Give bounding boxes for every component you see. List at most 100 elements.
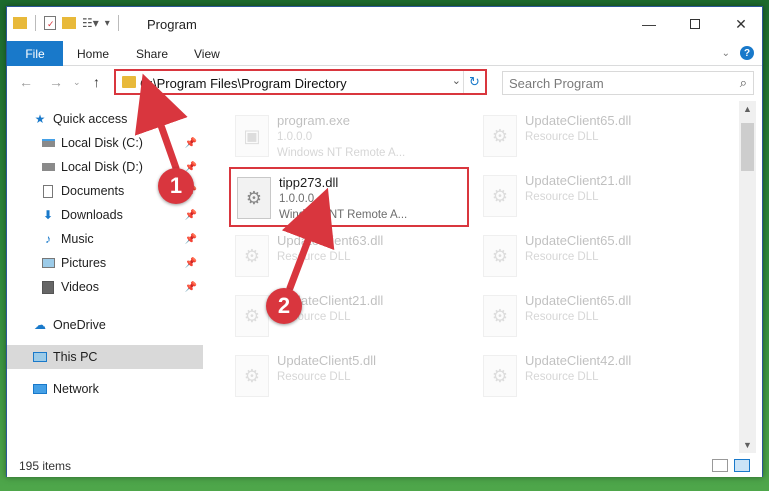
- window-title: Program: [147, 17, 197, 32]
- pin-icon[interactable]: 📌: [185, 210, 197, 221]
- tab-home[interactable]: Home: [77, 41, 109, 66]
- file-item[interactable]: ⚙ UpdateClient65.dll Resource DLL: [477, 107, 717, 167]
- file-name: UpdateClient21.dll: [525, 173, 632, 188]
- file-name: UpdateClient65.dll: [525, 233, 632, 248]
- tiles-view-icon[interactable]: [734, 459, 750, 472]
- help-icon[interactable]: ?: [740, 46, 754, 60]
- search-icon: ⌕: [739, 75, 747, 90]
- cloud-icon: ☁: [34, 318, 46, 332]
- navigation-pane: ★ Quick access Local Disk (C:) 📌 Local D…: [7, 101, 203, 453]
- dll-gear-icon: ⚙: [483, 175, 517, 217]
- documents-icon: [41, 184, 55, 198]
- nav-label: Documents: [61, 184, 125, 198]
- view-menu-icon[interactable]: ☷▾: [82, 16, 99, 30]
- vertical-scrollbar[interactable]: ▲ ▼: [739, 101, 756, 453]
- dll-gear-icon: ⚙: [483, 295, 517, 337]
- nav-music[interactable]: ♪ Music 📌: [7, 227, 203, 251]
- scroll-down-icon[interactable]: ▼: [739, 437, 756, 453]
- toolbar-divider: [117, 15, 119, 31]
- tab-share[interactable]: Share: [136, 41, 168, 66]
- file-name: UpdateClient5.dll: [277, 353, 377, 368]
- quick-access-toolbar: ✓ ☷▾ ▾: [13, 15, 121, 31]
- pin-icon[interactable]: 📌: [185, 234, 197, 245]
- nav-network[interactable]: Network: [7, 377, 203, 401]
- tab-view[interactable]: View: [194, 41, 220, 66]
- dll-gear-icon: ⚙: [483, 355, 517, 397]
- nav-pictures[interactable]: Pictures 📌: [7, 251, 203, 275]
- nav-label: Music: [61, 232, 94, 246]
- address-bar[interactable]: C:\Program Files\Program Directory ⌄ ↻: [114, 69, 487, 95]
- pin-icon[interactable]: 📌: [185, 282, 197, 293]
- nav-downloads[interactable]: ⬇ Downloads 📌: [7, 203, 203, 227]
- properties-icon[interactable]: ✓: [44, 16, 56, 30]
- file-item[interactable]: ⚙ UpdateClient21.dll Resource DLL: [229, 287, 469, 347]
- executable-icon: ▣: [235, 115, 269, 157]
- scroll-up-icon[interactable]: ▲: [739, 101, 756, 117]
- minimize-icon: —: [642, 16, 656, 32]
- file-version: Resource DLL: [525, 191, 599, 203]
- chevron-down-icon[interactable]: ⌄: [452, 74, 461, 87]
- close-button[interactable]: ✕: [718, 7, 764, 41]
- file-item[interactable]: ⚙ UpdateClient65.dll Resource DLL: [477, 227, 717, 287]
- forward-arrow-icon[interactable]: →: [49, 74, 63, 90]
- nav-label: Videos: [61, 280, 99, 294]
- pin-icon[interactable]: 📌: [185, 258, 197, 269]
- details-view-icon[interactable]: [712, 459, 728, 472]
- file-name: UpdateClient42.dll: [525, 353, 632, 368]
- dll-gear-icon: ⚙: [237, 177, 271, 219]
- customize-qat-icon[interactable]: ▾: [105, 18, 110, 29]
- file-item[interactable]: ⚙ UpdateClient63.dll Resource DLL: [229, 227, 469, 287]
- videos-icon: [41, 280, 55, 294]
- file-version: Resource DLL: [525, 371, 599, 383]
- file-description: Windows NT Remote A...: [277, 147, 406, 159]
- back-arrow-icon[interactable]: ←: [19, 74, 33, 90]
- pin-icon[interactable]: 📌: [185, 138, 197, 149]
- recent-locations-icon[interactable]: ⌄: [73, 77, 81, 88]
- scroll-thumb[interactable]: [741, 123, 754, 171]
- nav-label: Downloads: [61, 208, 123, 222]
- dll-gear-icon: ⚙: [235, 355, 269, 397]
- file-item-highlighted[interactable]: ⚙ tipp273.dll 1.0.0.0 Windows NT Remote …: [229, 167, 469, 227]
- search-box[interactable]: Search Program ⌕: [502, 71, 754, 95]
- file-item[interactable]: ⚙ UpdateClient42.dll Resource DLL: [477, 347, 717, 407]
- file-version: 1.0.0.0: [279, 193, 315, 205]
- expand-ribbon-icon[interactable]: ⌄: [722, 48, 730, 59]
- nav-onedrive[interactable]: ☁ OneDrive: [7, 313, 203, 337]
- navigation-bar: ← → ⌄ ↑ C:\Program Files\Program Directo…: [7, 67, 762, 99]
- search-input[interactable]: Search Program: [509, 76, 604, 91]
- nav-videos[interactable]: Videos 📌: [7, 275, 203, 299]
- nav-label: Local Disk (C:): [61, 136, 143, 150]
- file-name: program.exe: [277, 113, 350, 128]
- folder-icon: [13, 17, 27, 29]
- folder-icon: [122, 76, 136, 88]
- maximize-button[interactable]: [672, 7, 718, 41]
- refresh-icon[interactable]: ↻: [463, 71, 485, 93]
- dll-gear-icon: ⚙: [483, 115, 517, 157]
- nav-label: This PC: [53, 350, 98, 364]
- toolbar-divider: [35, 15, 36, 31]
- file-description: Windows NT Remote A...: [279, 209, 408, 221]
- step-badge-2: 2: [266, 288, 302, 324]
- file-item[interactable]: ⚙ UpdateClient65.dll Resource DLL: [477, 287, 717, 347]
- address-path[interactable]: C:\Program Files\Program Directory: [140, 76, 347, 91]
- file-name: UpdateClient63.dll: [277, 233, 384, 248]
- file-item[interactable]: ⚙ UpdateClient5.dll Resource DLL: [229, 347, 469, 407]
- view-toggle: [712, 459, 750, 472]
- file-version: Resource DLL: [525, 251, 599, 263]
- file-version: 1.0.0.0: [277, 131, 313, 143]
- close-icon: ✕: [735, 15, 747, 32]
- nav-this-pc[interactable]: This PC: [7, 345, 203, 369]
- file-item[interactable]: ▣ program.exe 1.0.0.0 Windows NT Remote …: [229, 107, 469, 167]
- minimize-button[interactable]: —: [626, 7, 672, 41]
- nav-quick-access[interactable]: ★ Quick access: [7, 107, 203, 131]
- nav-label: Network: [53, 382, 99, 396]
- nav-label: Local Disk (D:): [61, 160, 143, 174]
- nav-local-disk-c[interactable]: Local Disk (C:) 📌: [7, 131, 203, 155]
- item-count: 195 items: [19, 459, 72, 473]
- ribbon-controls: ⌄ ?: [722, 46, 754, 60]
- file-item[interactable]: ⚙ UpdateClient21.dll Resource DLL: [477, 167, 717, 227]
- new-folder-icon[interactable]: [62, 17, 76, 29]
- nav-label: OneDrive: [53, 318, 106, 332]
- up-arrow-icon[interactable]: ↑: [93, 74, 100, 90]
- tab-file[interactable]: File: [7, 41, 63, 66]
